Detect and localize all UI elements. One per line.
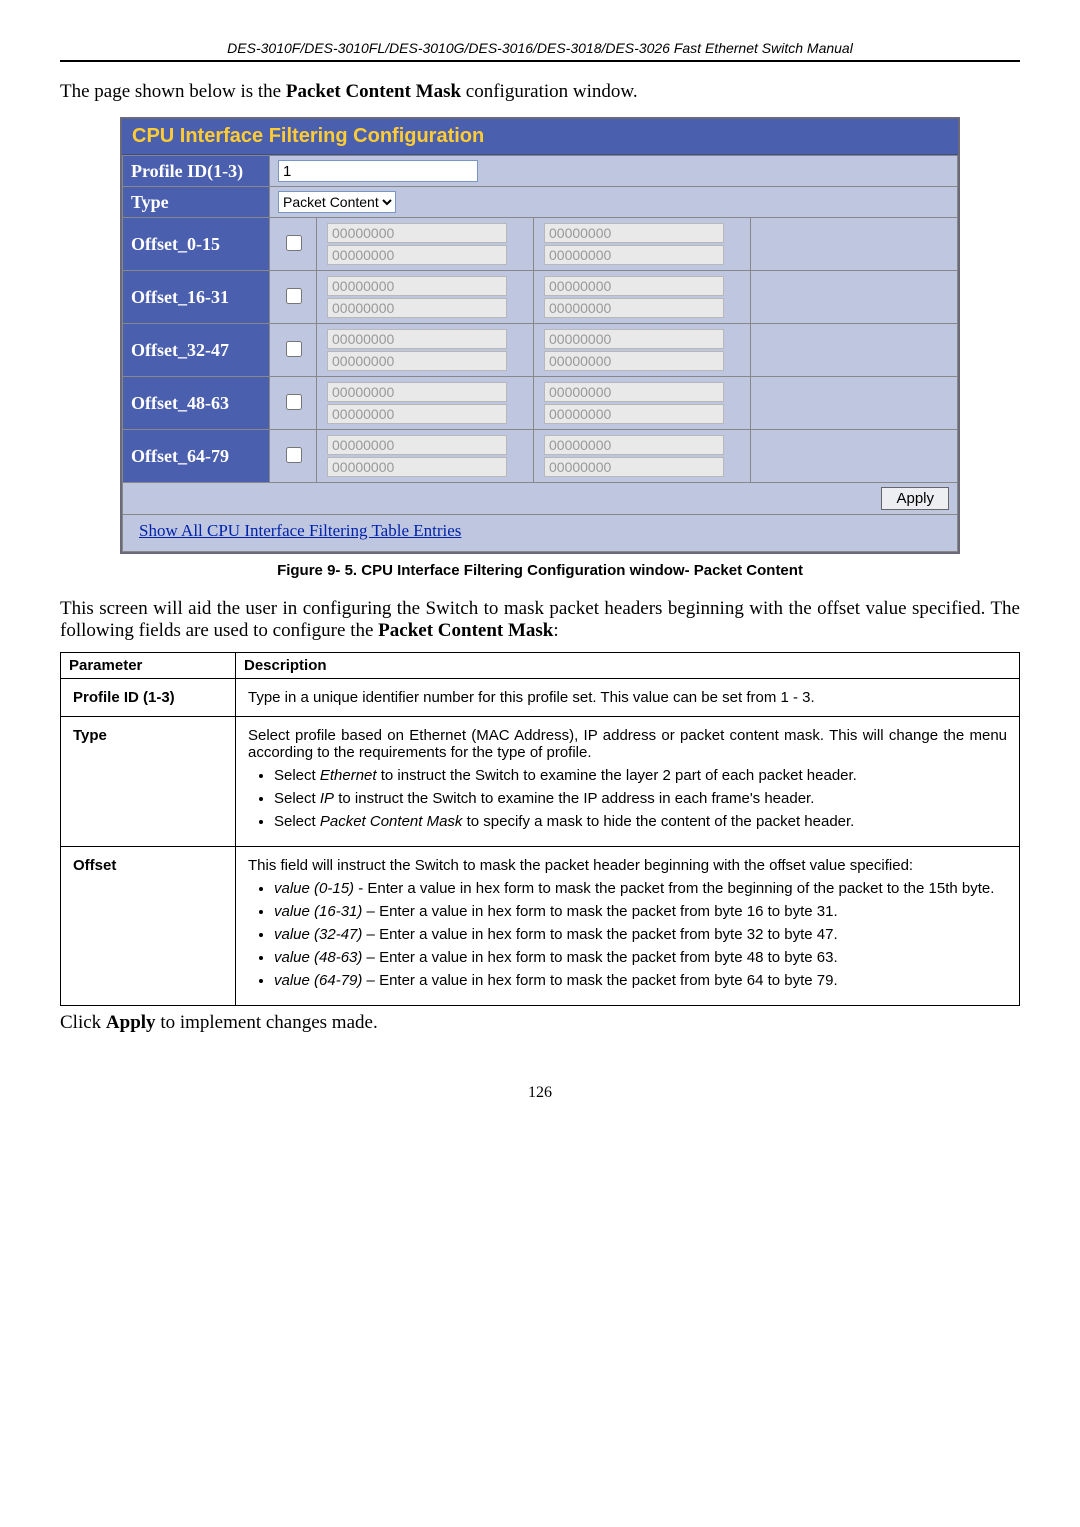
em: value (64-79) bbox=[274, 972, 362, 989]
desc-profile-id: Type in a unique identifier number for t… bbox=[236, 679, 1020, 717]
profile-id-label: Profile ID(1-3) bbox=[123, 156, 270, 187]
offset-16-31-label: Offset_16-31 bbox=[123, 271, 270, 324]
offset-field: 00000000 bbox=[327, 435, 507, 455]
th-parameter: Parameter bbox=[61, 653, 236, 679]
offset-48-63-label: Offset_48-63 bbox=[123, 377, 270, 430]
t: Select bbox=[274, 813, 320, 830]
offset-0-15-label: Offset_0-15 bbox=[123, 218, 270, 271]
offset-field: 00000000 bbox=[544, 435, 724, 455]
body-bold: Packet Content Mask bbox=[378, 620, 553, 641]
body-paragraph: This screen will aid the user in configu… bbox=[60, 598, 1020, 642]
page-number: 126 bbox=[60, 1084, 1020, 1102]
offset-field: 00000000 bbox=[327, 351, 507, 371]
offset-64-79-label: Offset_64-79 bbox=[123, 430, 270, 483]
offset-field: 00000000 bbox=[544, 329, 724, 349]
offset-field: 00000000 bbox=[544, 276, 724, 296]
type-bullet-pcm: Select Packet Content Mask to specify a … bbox=[274, 813, 1007, 830]
parameter-table: Parameter Description Profile ID (1-3) T… bbox=[60, 652, 1020, 1006]
offset-48-63-checkbox[interactable] bbox=[286, 394, 302, 410]
offset-field: 00000000 bbox=[327, 404, 507, 424]
intro-pre: The page shown below is the bbox=[60, 81, 286, 102]
desc-type: Select profile based on Ethernet (MAC Ad… bbox=[236, 717, 1020, 847]
panel-title: CPU Interface Filtering Configuration bbox=[122, 119, 958, 155]
em: IP bbox=[320, 790, 334, 807]
closing-bold: Apply bbox=[106, 1012, 156, 1033]
type-bullet-ethernet: Select Ethernet to instruct the Switch t… bbox=[274, 767, 1007, 784]
offset-field: 00000000 bbox=[544, 351, 724, 371]
th-description: Description bbox=[236, 653, 1020, 679]
type-bullet-ip: Select IP to instruct the Switch to exam… bbox=[274, 790, 1007, 807]
type-label: Type bbox=[123, 187, 270, 218]
offset-field: 00000000 bbox=[327, 298, 507, 318]
offset-field: 00000000 bbox=[544, 298, 724, 318]
intro-post: configuration window. bbox=[461, 81, 638, 102]
desc-offset-intro: This field will instruct the Switch to m… bbox=[248, 857, 1007, 874]
offset-bullet-0-15: value (0-15) - Enter a value in hex form… bbox=[274, 880, 1007, 897]
offset-field: 00000000 bbox=[327, 223, 507, 243]
em: value (32-47) bbox=[274, 926, 362, 943]
em: value (0-15) bbox=[274, 880, 354, 897]
t: – Enter a value in hex form to mask the … bbox=[362, 903, 837, 920]
em: Packet Content Mask bbox=[320, 813, 463, 830]
t: to instruct the Switch to examine the IP… bbox=[334, 790, 814, 807]
offset-32-47-checkbox[interactable] bbox=[286, 341, 302, 357]
offset-field: 00000000 bbox=[544, 382, 724, 402]
offset-field: 00000000 bbox=[327, 276, 507, 296]
closing-pre: Click bbox=[60, 1012, 106, 1033]
offset-field: 00000000 bbox=[327, 457, 507, 477]
t: – Enter a value in hex form to mask the … bbox=[362, 926, 837, 943]
t: - Enter a value in hex form to mask the … bbox=[354, 880, 994, 897]
offset-0-15-checkbox[interactable] bbox=[286, 235, 302, 251]
em: Ethernet bbox=[320, 767, 377, 784]
closing-post: to implement changes made. bbox=[156, 1012, 378, 1033]
t: to instruct the Switch to examine the la… bbox=[377, 767, 857, 784]
desc-type-intro: Select profile based on Ethernet (MAC Ad… bbox=[248, 727, 1007, 761]
offset-field: 00000000 bbox=[544, 404, 724, 424]
offset-field: 00000000 bbox=[327, 382, 507, 402]
offset-16-31-checkbox[interactable] bbox=[286, 288, 302, 304]
param-offset: Offset bbox=[61, 847, 236, 1006]
offset-bullet-48-63: value (48-63) – Enter a value in hex for… bbox=[274, 949, 1007, 966]
em: value (48-63) bbox=[274, 949, 362, 966]
profile-id-input[interactable] bbox=[278, 160, 478, 182]
offset-64-79-checkbox[interactable] bbox=[286, 447, 302, 463]
offset-32-47-label: Offset_32-47 bbox=[123, 324, 270, 377]
config-panel: CPU Interface Filtering Configuration Pr… bbox=[120, 117, 960, 554]
param-type: Type bbox=[61, 717, 236, 847]
offset-bullet-16-31: value (16-31) – Enter a value in hex for… bbox=[274, 903, 1007, 920]
intro-bold: Packet Content Mask bbox=[286, 81, 461, 102]
offset-bullet-64-79: value (64-79) – Enter a value in hex for… bbox=[274, 972, 1007, 989]
body-post: : bbox=[553, 620, 558, 641]
offset-field: 00000000 bbox=[544, 245, 724, 265]
apply-button[interactable]: Apply bbox=[881, 487, 949, 510]
intro-text: The page shown below is the Packet Conte… bbox=[60, 81, 1020, 103]
type-select[interactable]: Packet Content bbox=[278, 191, 396, 213]
param-profile-id: Profile ID (1-3) bbox=[61, 679, 236, 717]
t: – Enter a value in hex form to mask the … bbox=[362, 949, 837, 966]
t: Select bbox=[274, 790, 320, 807]
offset-bullet-32-47: value (32-47) – Enter a value in hex for… bbox=[274, 926, 1007, 943]
desc-offset: This field will instruct the Switch to m… bbox=[236, 847, 1020, 1006]
figure-caption: Figure 9- 5. CPU Interface Filtering Con… bbox=[60, 562, 1020, 579]
offset-field: 00000000 bbox=[544, 457, 724, 477]
offset-field: 00000000 bbox=[544, 223, 724, 243]
t: Select bbox=[274, 767, 320, 784]
t: – Enter a value in hex form to mask the … bbox=[362, 972, 837, 989]
show-all-link[interactable]: Show All CPU Interface Filtering Table E… bbox=[131, 519, 469, 547]
t: to specify a mask to hide the content of… bbox=[462, 813, 854, 830]
page-header: DES-3010F/DES-3010FL/DES-3010G/DES-3016/… bbox=[60, 40, 1020, 62]
em: value (16-31) bbox=[274, 903, 362, 920]
offset-field: 00000000 bbox=[327, 245, 507, 265]
offset-field: 00000000 bbox=[327, 329, 507, 349]
closing-text: Click Apply to implement changes made. bbox=[60, 1012, 1020, 1034]
